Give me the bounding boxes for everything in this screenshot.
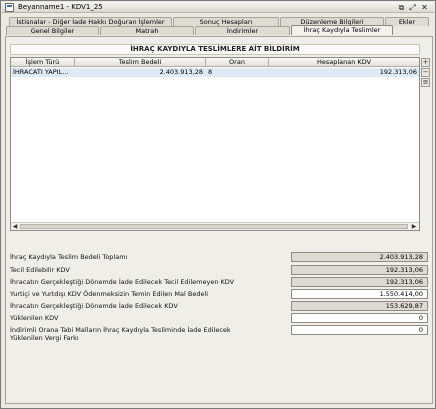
- tab-indirimler[interactable]: İndirimler: [195, 26, 290, 35]
- summary-label: İhracatın Gerçekleştiği Dönemde İade Edi…: [10, 278, 235, 286]
- summary-row: Yurtiçi ve Yurtdışı KDV Ödenmeksizin Tem…: [10, 289, 428, 300]
- close-icon[interactable]: ✕: [420, 3, 429, 12]
- summary-label: Tecil Edilebilir KDV: [10, 266, 70, 274]
- edit-row-icon[interactable]: ≡: [421, 78, 430, 87]
- window-title: Beyanname1 - KDV1_25: [18, 3, 103, 11]
- column-header-hesaplanan-kdv[interactable]: Hesaplanan KDV: [269, 58, 419, 67]
- table-row[interactable]: İHRACATI YAPIL... 2.403.913,28 8 192.313…: [11, 68, 419, 77]
- summary-input[interactable]: 1.550.414,00: [291, 289, 428, 299]
- tab-strip: İstisnalar - Diğer İade Hakkı Doğuran İş…: [5, 15, 433, 37]
- summary-row: İhraç Kaydıyla Teslim Bedeli Toplamı 2.4…: [10, 252, 428, 263]
- scrollbar-thumb[interactable]: [20, 224, 408, 229]
- cell-islem-turu[interactable]: İHRACATI YAPIL...: [11, 68, 75, 77]
- summary-row: İhracatın Gerçekleştiği Dönemde İade Edi…: [10, 301, 428, 312]
- column-header-islem-turu[interactable]: İşlem Türü: [11, 58, 75, 67]
- add-row-icon[interactable]: +: [421, 58, 430, 67]
- horizontal-scrollbar[interactable]: ◀ ▶: [11, 222, 419, 230]
- scroll-left-icon[interactable]: ◀: [11, 223, 19, 230]
- column-header-oran[interactable]: Oran: [206, 58, 269, 67]
- summary-row: Yüklenilen KDV 0: [10, 313, 428, 324]
- summary-row: Tecil Edilebilir KDV 192.313,06: [10, 265, 428, 276]
- cell-oran[interactable]: 8: [206, 68, 266, 77]
- summary-row: İndirimli Orana Tabi Malların İhraç Kayd…: [10, 325, 428, 345]
- summary-value: 2.403.913,28: [291, 252, 428, 262]
- cell-teslim-bedeli[interactable]: 2.403.913,28: [75, 68, 205, 77]
- title-bar[interactable]: Beyanname1 - KDV1_25 ⧉ ⤢ ✕: [2, 2, 434, 13]
- summary-input[interactable]: 0: [291, 313, 428, 323]
- document-icon: [5, 3, 14, 12]
- summary-label: Yurtiçi ve Yurtdışı KDV Ödenmeksizin Tem…: [10, 290, 209, 298]
- remove-row-icon[interactable]: −: [421, 68, 430, 77]
- maximize-icon[interactable]: ⤢: [408, 3, 417, 12]
- restore-icon[interactable]: ⧉: [397, 3, 406, 12]
- summary-label: İndirimli Orana Tabi Malların İhraç Kayd…: [10, 326, 231, 342]
- scroll-right-icon[interactable]: ▶: [410, 223, 418, 230]
- declaration-window: Beyanname1 - KDV1_25 ⧉ ⤢ ✕ İstisnalar - …: [0, 0, 436, 409]
- section-title: İHRAÇ KAYDIYLA TESLİMLERE AİT BİLDİRİM: [10, 44, 420, 55]
- summary-value: 153.629,87: [291, 301, 428, 311]
- summary-label: İhraç Kaydıyla Teslim Bedeli Toplamı: [10, 253, 128, 261]
- tab-sonuc-hesaplari[interactable]: Sonuç Hesapları: [173, 17, 279, 26]
- column-header-teslim-bedeli[interactable]: Teslim Bedeli: [75, 58, 206, 67]
- tab-genel-bilgiler[interactable]: Genel Bilgiler: [6, 26, 99, 35]
- summary-value: 192.313,06: [291, 265, 428, 275]
- cell-hesaplanan-kdv[interactable]: 192.313,06: [269, 68, 419, 77]
- summary-label: Yüklenilen KDV: [10, 314, 59, 322]
- tab-istisnalar[interactable]: İstisnalar - Diğer İade Hakkı Doğuran İş…: [9, 17, 172, 26]
- summary-input[interactable]: 0: [291, 325, 428, 335]
- summary-value: 192.313,06: [291, 277, 428, 287]
- export-delivery-grid: İşlem Türü Teslim Bedeli Oran Hesaplanan…: [10, 57, 420, 231]
- summary-row: İhracatın Gerçekleştiği Dönemde İade Edi…: [10, 277, 428, 288]
- tab-matrah[interactable]: Matrah: [100, 26, 194, 35]
- tab-ihrac-kaydiyla-teslimler[interactable]: İhraç Kaydıyla Teslimler: [291, 25, 393, 35]
- summary-label: İhracatın Gerçekleştiği Dönemde İade Edi…: [10, 302, 178, 310]
- grid-header: İşlem Türü Teslim Bedeli Oran Hesaplanan…: [11, 58, 419, 67]
